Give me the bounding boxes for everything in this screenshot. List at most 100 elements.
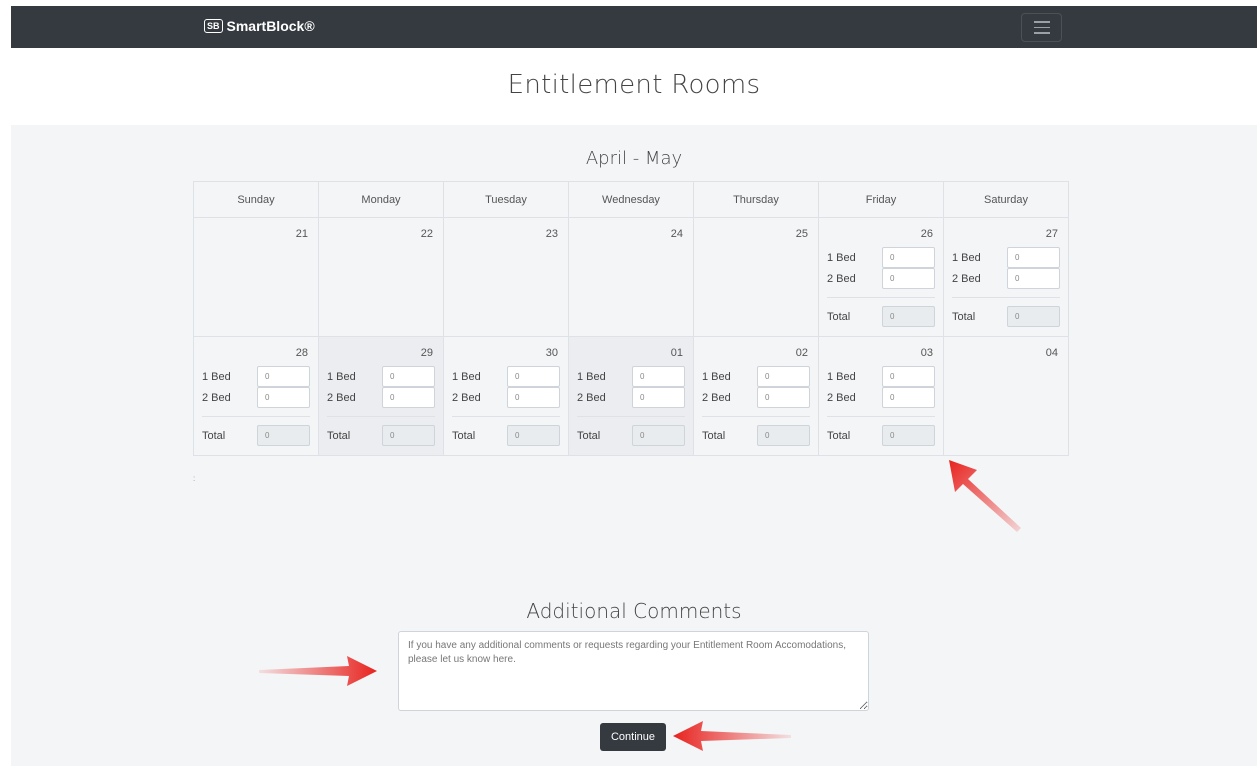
two-bed-input[interactable] (632, 387, 685, 408)
day-number: 03 (920, 347, 933, 359)
one-bed-input[interactable] (757, 366, 810, 387)
main-panel: April - May Sunday Monday Tuesday Wednesday… (11, 125, 1257, 766)
comments-title: Additional Comments (526, 599, 742, 623)
one-bed-row: 1 Bed (327, 366, 435, 387)
total-input (882, 306, 935, 327)
calendar-day-cell: 23 (443, 217, 569, 337)
two-bed-input[interactable] (757, 387, 810, 408)
calendar-day-cell: 28 1 Bed 2 Bed Total (193, 336, 319, 456)
two-bed-label: 2 Bed (577, 391, 606, 404)
weekday-header: Tuesday (443, 181, 569, 218)
one-bed-label: 1 Bed (952, 251, 981, 264)
calendar-day-cell: 02 1 Bed 2 Bed Total (693, 336, 819, 456)
one-bed-label: 1 Bed (202, 370, 231, 383)
total-label: Total (577, 429, 601, 442)
brand-logo[interactable]: SB SmartBlock® (204, 18, 315, 34)
room-form: 1 Bed 2 Bed Total (952, 247, 1060, 327)
day-number: 25 (795, 228, 808, 240)
one-bed-row: 1 Bed (827, 366, 935, 387)
calendar-day-cell: 04 (943, 336, 1069, 456)
two-bed-input[interactable] (1007, 268, 1060, 289)
total-row: Total (827, 306, 935, 327)
one-bed-label: 1 Bed (577, 370, 606, 383)
one-bed-row: 1 Bed (952, 247, 1060, 268)
two-bed-label: 2 Bed (827, 391, 856, 404)
annotation-arrow-calendar (949, 460, 1021, 532)
weekday-header: Monday (318, 181, 444, 218)
annotation-arrow-continue (673, 721, 791, 751)
room-form: 1 Bed 2 Bed Total (452, 366, 560, 446)
one-bed-row: 1 Bed (577, 366, 685, 387)
two-bed-input[interactable] (882, 387, 935, 408)
stray-mark: : (193, 474, 196, 483)
total-row: Total (202, 425, 310, 446)
total-label: Total (827, 429, 851, 442)
total-row: Total (952, 306, 1060, 327)
one-bed-row: 1 Bed (202, 366, 310, 387)
total-label: Total (327, 429, 351, 442)
calendar-day-cell: 30 1 Bed 2 Bed Total (443, 336, 569, 456)
page-title: Entitlement Rooms (507, 70, 761, 100)
one-bed-input[interactable] (1007, 247, 1060, 268)
day-number: 27 (1045, 228, 1058, 240)
two-bed-input[interactable] (382, 387, 435, 408)
two-bed-label: 2 Bed (202, 391, 231, 404)
weekday-header: Thursday (693, 181, 819, 218)
one-bed-label: 1 Bed (827, 370, 856, 383)
total-input (757, 425, 810, 446)
calendar-week-row: 21 22 23 24 25 26 1 Bed 2 Bed Total 27 1 Bed 2 Bed T… (193, 217, 1069, 337)
one-bed-row: 1 Bed (827, 247, 935, 268)
day-number: 23 (545, 228, 558, 240)
two-bed-row: 2 Bed (827, 387, 935, 408)
calendar-table: Sunday Monday Tuesday Wednesday Thursday Frid… (193, 181, 1069, 456)
continue-button[interactable]: Continue (600, 723, 666, 751)
one-bed-input[interactable] (882, 366, 935, 387)
annotation-arrow-comments (259, 656, 377, 686)
divider (827, 297, 935, 298)
day-number: 29 (420, 347, 433, 359)
day-number: 04 (1045, 347, 1058, 359)
divider (577, 416, 685, 417)
day-number: 24 (670, 228, 683, 240)
total-input (382, 425, 435, 446)
two-bed-row: 2 Bed (577, 387, 685, 408)
total-label: Total (202, 429, 226, 442)
one-bed-input[interactable] (507, 366, 560, 387)
room-form: 1 Bed 2 Bed Total (827, 366, 935, 446)
total-label: Total (452, 429, 476, 442)
room-form: 1 Bed 2 Bed Total (577, 366, 685, 446)
two-bed-input[interactable] (507, 387, 560, 408)
one-bed-input[interactable] (632, 366, 685, 387)
calendar-day-cell: 26 1 Bed 2 Bed Total (818, 217, 944, 337)
calendar-week-row: 28 1 Bed 2 Bed Total 29 1 Bed 2 Bed Total 30 1 Be… (193, 336, 1069, 456)
brand-mark: SB (204, 19, 223, 33)
divider (452, 416, 560, 417)
total-row: Total (452, 425, 560, 446)
one-bed-row: 1 Bed (702, 366, 810, 387)
total-label: Total (827, 310, 851, 323)
weekday-header-row: Sunday Monday Tuesday Wednesday Thursday Frid… (193, 181, 1069, 218)
room-form: 1 Bed 2 Bed Total (827, 247, 935, 327)
divider (827, 416, 935, 417)
one-bed-input[interactable] (257, 366, 310, 387)
calendar-day-cell: 27 1 Bed 2 Bed Total (943, 217, 1069, 337)
two-bed-label: 2 Bed (452, 391, 481, 404)
day-number: 30 (545, 347, 558, 359)
calendar-day-cell: 25 (693, 217, 819, 337)
two-bed-input[interactable] (882, 268, 935, 289)
one-bed-input[interactable] (882, 247, 935, 268)
day-number: 02 (795, 347, 808, 359)
room-form: 1 Bed 2 Bed Total (202, 366, 310, 446)
two-bed-input[interactable] (257, 387, 310, 408)
hamburger-icon (1033, 21, 1050, 23)
brand-name: SmartBlock® (226, 18, 315, 34)
two-bed-row: 2 Bed (452, 387, 560, 408)
total-input (632, 425, 685, 446)
comments-textarea[interactable] (398, 631, 869, 711)
calendar-day-cell: 22 (318, 217, 444, 337)
calendar-day-cell: 01 1 Bed 2 Bed Total (568, 336, 694, 456)
one-bed-input[interactable] (382, 366, 435, 387)
menu-toggle-button[interactable] (1021, 13, 1062, 42)
two-bed-label: 2 Bed (327, 391, 356, 404)
calendar-day-cell: 24 (568, 217, 694, 337)
